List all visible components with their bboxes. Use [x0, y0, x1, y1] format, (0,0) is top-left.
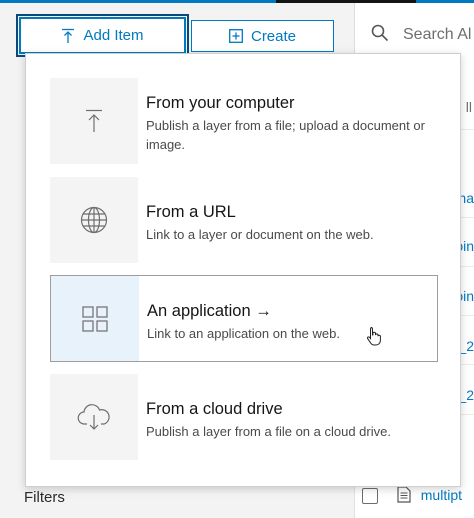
- create-label: Create: [250, 27, 297, 45]
- option-description: Link to an application on the web.: [147, 326, 340, 341]
- option-application[interactable]: An application → Link to an application …: [50, 275, 438, 362]
- upload-icon: [50, 78, 138, 164]
- option-title: From a cloud drive: [146, 400, 283, 418]
- apps-grid-icon: [51, 276, 139, 361]
- plus-square-icon: [229, 29, 243, 43]
- cloud-download-icon: [50, 374, 138, 460]
- add-item-dropdown: From your computer Publish a layer from …: [25, 53, 461, 487]
- search-icon: [371, 24, 389, 47]
- option-title: From your computer: [146, 94, 295, 112]
- option-from-computer[interactable]: From your computer Publish a layer from …: [50, 78, 436, 164]
- document-icon: [397, 486, 411, 508]
- row-checkbox[interactable]: [362, 488, 378, 504]
- add-item-label: Add Item: [83, 27, 144, 44]
- option-cloud-drive[interactable]: From a cloud drive Publish a layer from …: [50, 374, 436, 460]
- option-title: An application →: [147, 302, 272, 320]
- option-title: From a URL: [146, 203, 236, 221]
- option-description: Link to a layer or document on the web.: [146, 227, 374, 242]
- hand-pointer-icon: [366, 326, 382, 351]
- filters-heading: Filters: [24, 489, 65, 506]
- upload-icon: [61, 28, 75, 44]
- list-item-link[interactable]: multipt: [421, 487, 462, 503]
- option-from-url[interactable]: From a URL Link to a layer or document o…: [50, 177, 436, 263]
- globe-icon: [50, 177, 138, 263]
- option-description: Publish a layer from a file on a cloud d…: [146, 424, 391, 439]
- search-input[interactable]: Search Al: [403, 26, 471, 44]
- create-button[interactable]: Create: [191, 20, 334, 52]
- option-description: Publish a layer from a file; upload a do…: [146, 118, 425, 152]
- add-item-button[interactable]: Add Item: [16, 14, 189, 57]
- list-header-fragment: ll: [465, 99, 472, 115]
